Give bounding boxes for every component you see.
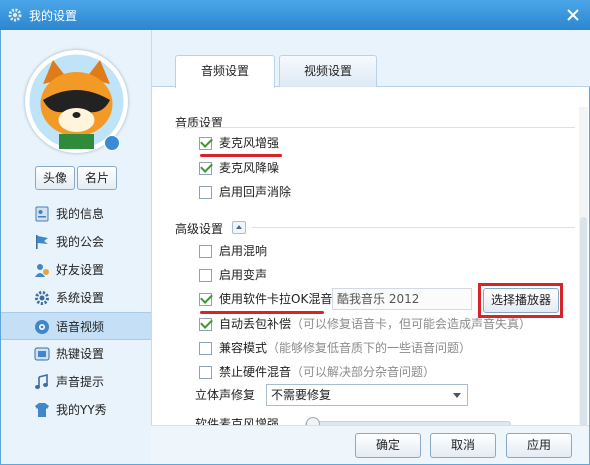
advanced-section-title: 高级设置 (175, 222, 224, 236)
reverb-checkbox[interactable] (199, 245, 212, 258)
sidebar-item-yy-show[interactable]: 我的YY秀 (1, 396, 151, 424)
sidebar-item-label: 我的公会 (56, 235, 105, 249)
mic-denoise-checkbox[interactable] (199, 162, 212, 175)
sidebar-item-label: 语音视频 (56, 320, 105, 334)
reverb-label: 启用混响 (219, 244, 268, 258)
ok-button[interactable]: 确定 (355, 433, 421, 458)
karaoke-label: 使用软件卡拉OK混音 (219, 292, 333, 306)
hw-mix-label: 禁止硬件混音 (219, 365, 292, 379)
reverb-option[interactable]: 启用混响 (199, 243, 419, 261)
mic-enhance-option[interactable]: 麦克风增强 (199, 135, 419, 153)
voice-change-option[interactable]: 启用变声 (199, 267, 419, 285)
flag-icon (36, 235, 48, 249)
quality-section-title: 音质设置 (175, 116, 224, 130)
stereo-repair-value: 不需要修复 (271, 388, 332, 402)
cancel-button[interactable]: 取消 (430, 433, 496, 458)
packet-loss-checkbox[interactable] (199, 318, 212, 331)
sidebar-item-voice-video[interactable]: 语音视频 (1, 312, 151, 340)
vip-badge-icon (104, 135, 120, 151)
sidebar-item-label: 声音提示 (56, 375, 105, 389)
shirt-icon (35, 403, 49, 417)
sidebar-item-label: 热键设置 (56, 347, 105, 361)
divider (175, 127, 575, 128)
scrollbar-thumb[interactable] (580, 217, 587, 427)
packet-loss-hint: （可以修复语音卡，但可能会造成声音失真） (291, 317, 532, 331)
id-card-icon (35, 206, 49, 222)
collapse-chevron-up-icon[interactable] (232, 221, 246, 234)
karaoke-option[interactable]: 使用软件卡拉OK混音 (199, 291, 333, 309)
compat-mode-hint: （能够修复低音质下的一些语音问题） (267, 341, 472, 355)
settings-panel: 音频设置 视频设置 音质设置 麦克风增强 麦克风降噪 启用回声消除 高级设置 启… (151, 30, 590, 464)
window-title: 我的设置 (29, 9, 78, 23)
red-underline-annotation (200, 154, 282, 157)
close-icon[interactable] (564, 6, 582, 24)
sidebar-item-label: 我的信息 (56, 207, 105, 221)
hw-mix-option[interactable]: 禁止硬件混音（可以解决部分杂音问题） (199, 364, 559, 382)
echo-cancel-checkbox[interactable] (199, 186, 212, 199)
sidebar-item-hotkeys[interactable]: 热键设置 (1, 340, 151, 368)
echo-cancel-label: 启用回声消除 (219, 185, 292, 199)
packet-loss-option[interactable]: 自动丢包补偿（可以修复语音卡，但可能会造成声音失真） (199, 316, 559, 334)
stereo-repair-label: 立体声修复 (195, 388, 256, 402)
mic-denoise-option[interactable]: 麦克风降噪 (199, 160, 419, 178)
stereo-repair-select[interactable]: 不需要修复 (266, 384, 468, 406)
chevron-down-icon (453, 393, 461, 398)
apply-button[interactable]: 应用 (506, 433, 572, 458)
settings-window: 头像 名片 我的信息 我的公会 好友设置 系统设置 语音视频 热键设置 声音提示… (0, 30, 590, 465)
gear-icon (8, 8, 22, 22)
tab-bar: 音频设置 视频设置 (152, 30, 590, 88)
karaoke-checkbox[interactable] (199, 293, 212, 306)
compat-mode-checkbox[interactable] (199, 342, 212, 355)
hw-mix-checkbox[interactable] (199, 366, 212, 379)
music-note-icon (35, 374, 48, 389)
red-highlight-box (478, 283, 563, 318)
sidebar-item-system[interactable]: 系统设置 (1, 284, 151, 312)
mic-enhance-label: 麦克风增强 (219, 136, 280, 150)
compat-mode-label: 兼容模式 (219, 341, 268, 355)
red-underline-annotation (200, 311, 324, 314)
sidebar-item-sound-alerts[interactable]: 声音提示 (1, 368, 151, 396)
tab-video-settings[interactable]: 视频设置 (279, 55, 377, 87)
sidebar-item-my-guild[interactable]: 我的公会 (1, 228, 151, 256)
card-button[interactable]: 名片 (77, 166, 117, 190)
title-bar: 我的设置 (0, 0, 590, 30)
sidebar-item-label: 我的YY秀 (56, 403, 107, 417)
sidebar-item-label: 系统设置 (56, 291, 105, 305)
mic-enhance-checkbox[interactable] (199, 137, 212, 150)
dialog-footer: 确定 取消 应用 (151, 425, 589, 464)
voice-change-label: 启用变声 (219, 268, 268, 282)
divider (252, 227, 575, 228)
player-device-field[interactable]: 酷我音乐 2012 (332, 288, 472, 310)
speaker-icon (35, 320, 49, 334)
avatar-button[interactable]: 头像 (35, 166, 75, 190)
sidebar-item-friends[interactable]: 好友设置 (1, 256, 151, 284)
keyboard-icon (34, 347, 50, 361)
tab-audio-settings[interactable]: 音频设置 (175, 55, 275, 88)
mic-denoise-label: 麦克风降噪 (219, 161, 280, 175)
hw-mix-hint: （可以解决部分杂音问题） (291, 365, 436, 379)
compat-mode-option[interactable]: 兼容模式（能够修复低音质下的一些语音问题） (199, 340, 559, 358)
sidebar-item-my-info[interactable]: 我的信息 (1, 200, 151, 228)
echo-cancel-option[interactable]: 启用回声消除 (199, 184, 419, 202)
scrollbar[interactable] (579, 107, 588, 463)
sidebar: 头像 名片 我的信息 我的公会 好友设置 系统设置 语音视频 热键设置 声音提示… (1, 30, 151, 464)
packet-loss-label: 自动丢包补偿 (219, 317, 292, 331)
friends-icon (35, 264, 49, 277)
sidebar-nav: 我的信息 我的公会 好友设置 系统设置 语音视频 热键设置 声音提示 我的YY秀 (1, 200, 151, 424)
sidebar-item-label: 好友设置 (56, 263, 105, 277)
gear-icon (35, 291, 49, 305)
voice-change-checkbox[interactable] (199, 269, 212, 282)
